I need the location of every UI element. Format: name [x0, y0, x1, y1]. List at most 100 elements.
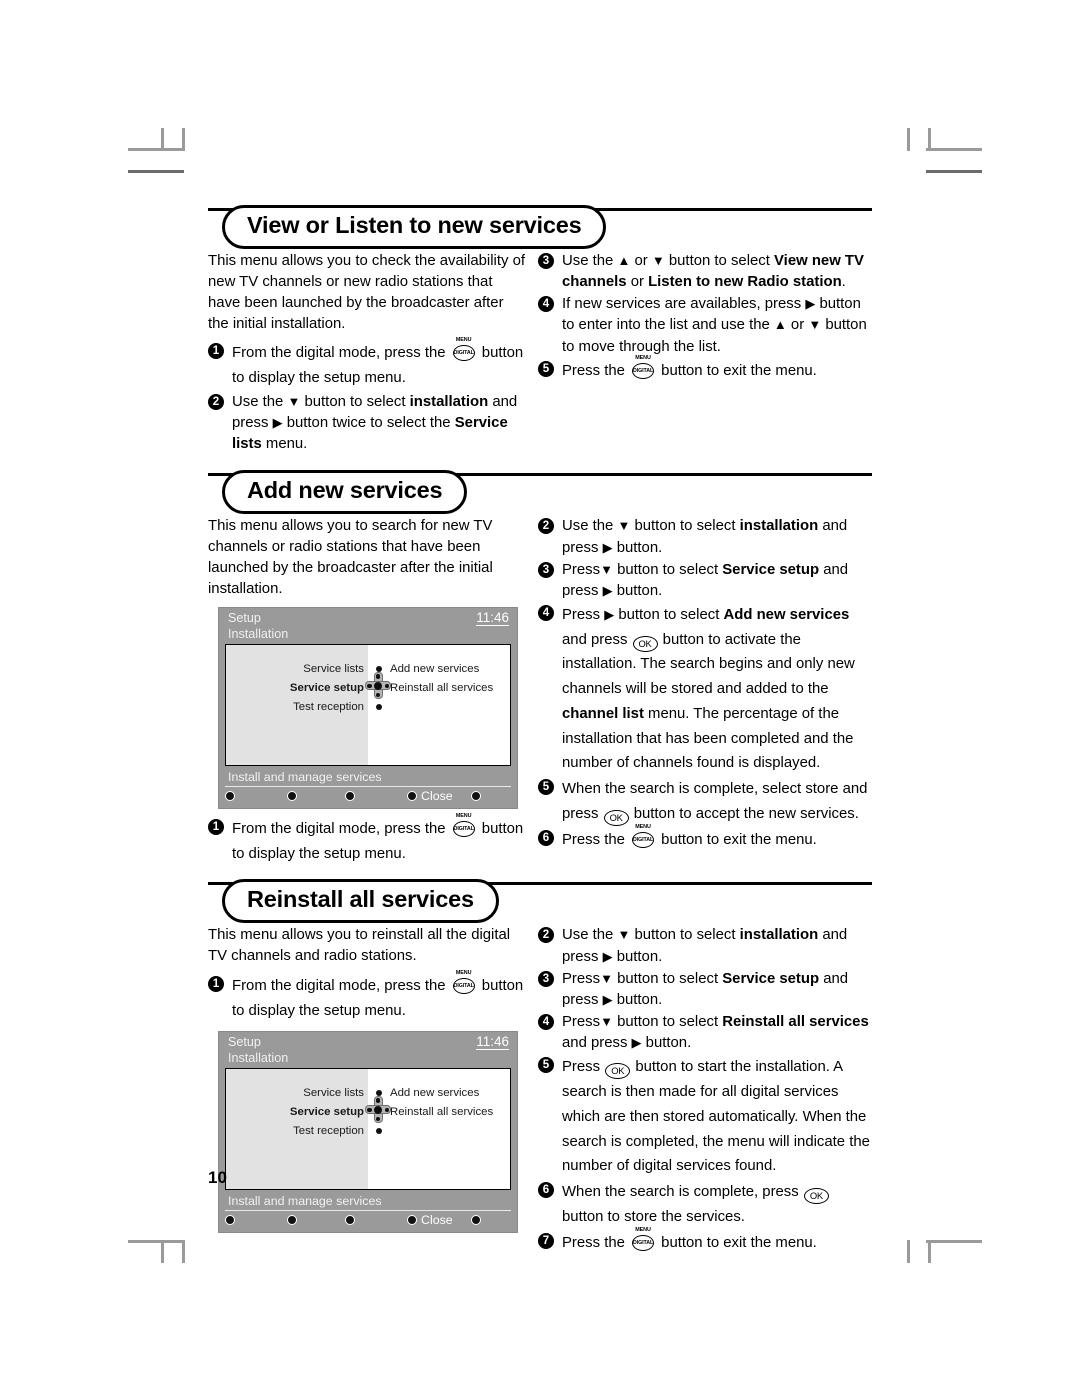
menu-digital-icon[interactable]: MENU DIGITAL [451, 813, 477, 837]
step-text: From the digital mode, press the MENU DIG… [232, 337, 524, 387]
step-number: 1 [208, 976, 224, 993]
tv-softkey[interactable] [471, 791, 485, 802]
tv-softkey[interactable] [225, 1215, 287, 1226]
steps-left: 1 From the digital mode, press the MENU DI… [208, 970, 526, 1023]
arrow-down-icon: ▼ [617, 927, 631, 943]
step-item: 5 Press the MENU DIGITAL button to exit th… [538, 355, 872, 384]
column-left: This menu allows you to reinstall all th… [208, 925, 538, 1256]
step-item: 2 Use the ▼ button to select installation… [538, 516, 872, 558]
column-right: 2 Use the ▼ button to select installation… [538, 925, 872, 1256]
step-number: 1 [208, 818, 224, 835]
menu-digital-icon[interactable]: MENU DIGITAL [630, 824, 656, 848]
step-text: Press OK button to start the installatio… [562, 1059, 870, 1175]
tv-menu-left-label: Test reception [293, 701, 364, 714]
tv-menu-right-label: Add new services [390, 1087, 480, 1100]
step-text: Use the ▼ button to select installation … [232, 393, 518, 453]
ok-button-icon[interactable]: OK [803, 1188, 829, 1205]
step-text: From the digital mode, press the MENU DIG… [232, 970, 524, 1019]
arrow-down-icon: ▼ [600, 970, 613, 986]
tv-softkey[interactable] [287, 791, 345, 802]
tv-softkey-label: Close [421, 789, 453, 804]
step-number: 6 [538, 1182, 554, 1199]
section-header: Add new services [208, 470, 872, 516]
step-item: 6 Press the MENU DIGITAL button to exit th… [538, 824, 872, 853]
step-number: 2 [538, 927, 554, 944]
section-title: Reinstall all services [222, 879, 499, 924]
step-item: 5 Press OK button to start the installati… [538, 1055, 872, 1179]
menu-digital-icon[interactable]: MENU DIGITAL [630, 1227, 656, 1251]
step-number: 5 [538, 779, 554, 796]
step-text: If new services are availables, press ▶ … [562, 296, 867, 355]
arrow-down-icon: ▼ [808, 317, 822, 333]
arrow-right-icon: ▶ [805, 296, 816, 312]
step-text: When the search is complete, select stor… [562, 781, 867, 826]
tv-menu-left-label: Service setup [289, 682, 364, 695]
section-intro: This menu allows you to check the availa… [208, 253, 525, 332]
step-text: From the digital mode, press the MENU DIG… [232, 812, 524, 862]
menu-digital-icon[interactable]: MENU DIGITAL [451, 337, 477, 362]
tv-screen-mock: Setup 11:46 Installation Service lists A… [218, 606, 518, 809]
tv-status-text: Install and manage services [228, 769, 382, 784]
page-number: 10 [208, 1168, 227, 1187]
tv-title: Setup [228, 610, 261, 625]
tv-clock: 11:46 [476, 1033, 509, 1050]
tv-softkey[interactable] [225, 791, 287, 802]
steps-right: 2 Use the ▼ button to select installation… [538, 925, 872, 1255]
tv-screen-mock: Setup 11:46 Installation Service lists A… [218, 1030, 518, 1233]
tv-menu-right-label: Add new services [390, 663, 480, 676]
step-number: 1 [208, 343, 224, 360]
tv-menu-right-label: Reinstall all services [390, 682, 494, 695]
column-left: This menu allows you to check the availa… [208, 251, 538, 456]
arrow-down-icon: ▼ [651, 253, 665, 268]
arrow-right-icon: ▶ [602, 948, 613, 964]
tv-titlebar: Setup 11:46 [219, 608, 517, 627]
step-number: 5 [538, 1057, 554, 1074]
section-reinstall-all-services: Reinstall all services This menu allows … [208, 879, 872, 1256]
menu-digital-icon[interactable]: MENU DIGITAL [630, 355, 656, 379]
tv-softkey-close[interactable]: Close [407, 789, 471, 803]
tv-menu-row[interactable]: Test reception [226, 698, 510, 717]
arrow-right-icon: ▶ [602, 582, 613, 598]
tv-softkey[interactable] [471, 1215, 485, 1226]
dpad-icon [365, 1096, 391, 1124]
tv-softkey[interactable] [345, 1215, 407, 1226]
arrow-down-icon: ▼ [600, 1014, 613, 1030]
step-number: 6 [538, 829, 554, 846]
tv-softkey-close[interactable]: Close [407, 1213, 471, 1227]
tv-subtitle: Installation [228, 1050, 289, 1065]
step-number: 4 [538, 1014, 554, 1031]
step-item: 4 Press ▶ button to select Add new servic… [538, 603, 872, 776]
tv-softkey[interactable] [345, 791, 407, 802]
tv-menu-left-label: Service lists [303, 1087, 364, 1100]
step-text: Press ▶ button to select Add new service… [562, 607, 855, 772]
step-number: 3 [538, 561, 554, 578]
step-number: 2 [538, 518, 554, 535]
steps-left: 1 From the digital mode, press the MENU DI… [208, 337, 526, 455]
ok-button-icon[interactable]: OK [603, 809, 629, 826]
ok-button-icon[interactable]: OK [605, 1063, 631, 1080]
step-number: 5 [538, 360, 554, 377]
menu-digital-icon[interactable]: MENU DIGITAL [451, 970, 477, 995]
section-view-or-listen: View or Listen to new services This menu… [208, 205, 872, 456]
arrow-right-icon: ▶ [602, 991, 613, 1007]
step-item: 3 Press▼ button to select Service setup a… [538, 969, 872, 1011]
section-intro: This menu allows you to reinstall all th… [208, 927, 511, 965]
section-add-new-services: Add new services This menu allows you to… [208, 470, 872, 867]
tv-title: Setup [228, 1034, 261, 1049]
tv-menu-dot [372, 701, 386, 713]
tv-softkey-label: Close [421, 1213, 453, 1228]
step-number: 4 [538, 605, 554, 621]
ok-button-icon[interactable]: OK [632, 635, 658, 652]
arrow-up-icon: ▲ [617, 253, 631, 268]
tv-menu-row[interactable]: Test reception [226, 1122, 510, 1141]
column-right: 2 Use the ▼ button to select installation… [538, 516, 872, 867]
tv-softkey[interactable] [287, 1215, 345, 1226]
step-text: Press▼ button to select Service setup an… [562, 561, 849, 599]
tv-menu-area: Service lists Add new services Service s… [225, 1067, 511, 1190]
tv-status-text: Install and manage services [228, 1193, 382, 1208]
column-right: 3 Use the ▲ or ▼ button to select View ne… [538, 251, 872, 456]
step-text: Press the MENU DIGITAL button to exit the… [562, 1226, 817, 1251]
step-item: 6 When the search is complete, press OK b… [538, 1180, 872, 1229]
step-text: When the search is complete, press OK bu… [562, 1184, 830, 1225]
tv-menu-right-label: Reinstall all services [390, 1106, 494, 1119]
